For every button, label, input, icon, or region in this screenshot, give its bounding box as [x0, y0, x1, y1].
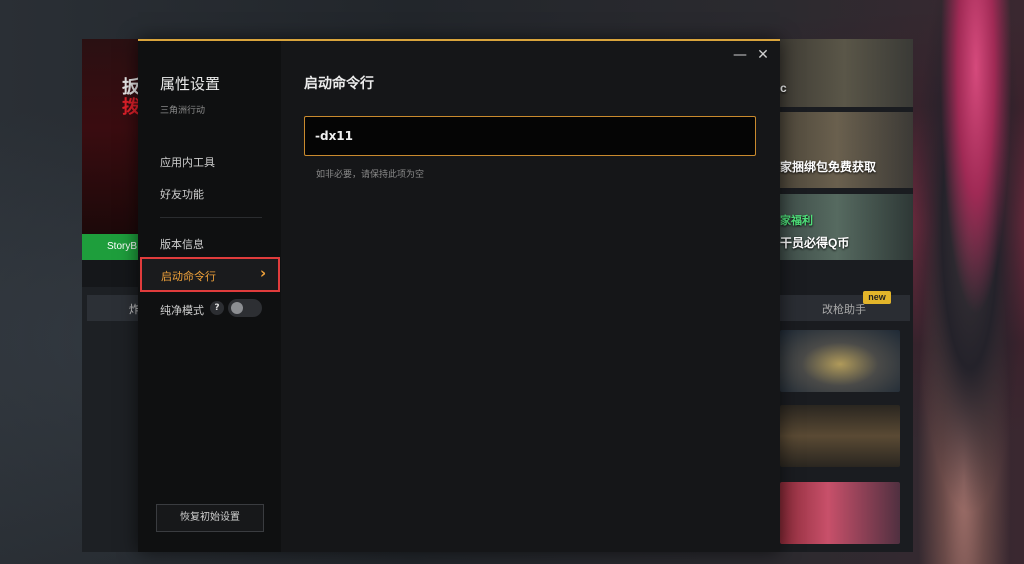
toggle-knob	[231, 302, 243, 314]
news-card-2[interactable]: 家捆绑包免费获取	[775, 112, 913, 188]
left-info-tab[interactable]: 炸	[87, 295, 142, 321]
helper-thumb-gold[interactable]	[780, 330, 900, 392]
news-card-caption: c	[780, 81, 787, 95]
left-info-panel: 炸	[82, 287, 142, 552]
menu-divider	[160, 217, 262, 218]
helper-thumb-skin[interactable]	[780, 482, 900, 544]
left-promo-banner[interactable]: 扳拨 StoryB	[82, 39, 142, 260]
menu-item-friends[interactable]: 好友功能	[160, 186, 204, 202]
promo-strip[interactable]: StoryB	[82, 234, 142, 260]
news-card-1[interactable]: c	[775, 39, 913, 107]
command-line-input[interactable]	[304, 116, 756, 156]
content-title: 启动命令行	[304, 76, 374, 92]
menu-item-launch-cmd[interactable]: 启动命令行 ›	[140, 257, 280, 292]
news-card-3[interactable]: 家福利 干员必得Q币	[775, 194, 913, 260]
chevron-right-icon: ›	[260, 264, 267, 282]
game-name: 三角洲行动	[160, 106, 206, 116]
menu-item-version-info[interactable]: 版本信息	[160, 236, 204, 252]
reset-settings-button[interactable]: 恢复初始设置	[156, 504, 264, 532]
news-card-tag: 家福利	[780, 215, 813, 227]
minimize-icon[interactable]: —	[732, 47, 748, 63]
command-hint: 如非必要，请保持此项为空	[316, 170, 425, 180]
menu-item-app-tools[interactable]: 应用内工具	[160, 154, 215, 170]
pure-mode-label: 纯净模式	[160, 304, 204, 317]
helper-thumb-rifle[interactable]	[780, 405, 900, 467]
news-card-caption: 干员必得Q币	[780, 236, 850, 250]
new-badge: new	[863, 291, 891, 304]
background-character-art	[904, 0, 1024, 564]
dialog-title: 属性设置	[160, 75, 221, 93]
pure-mode-toggle[interactable]	[228, 299, 262, 317]
settings-sidebar: 属性设置 三角洲行动 应用内工具 好友功能 版本信息 启动命令行 › 纯净模式 …	[138, 41, 281, 552]
menu-item-label: 启动命令行	[161, 270, 216, 283]
close-icon[interactable]: ✕	[755, 47, 771, 63]
help-icon[interactable]: ?	[210, 301, 224, 315]
news-card-caption: 家捆绑包免费获取	[780, 160, 877, 174]
settings-dialog: 属性设置 三角洲行动 应用内工具 好友功能 版本信息 启动命令行 › 纯净模式 …	[138, 39, 780, 552]
